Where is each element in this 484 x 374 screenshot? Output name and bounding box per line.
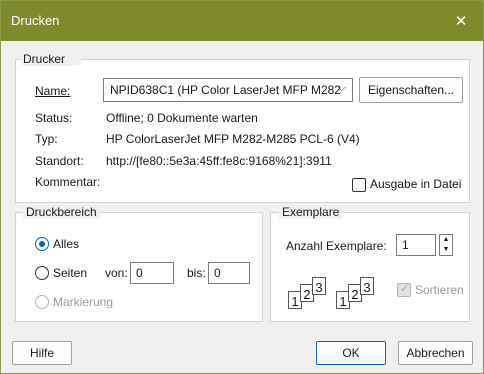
title-bar: Drucken ✕ <box>1 1 483 41</box>
type-value: HP ColorLaserJet MFP M282-M285 PCL-6 (V4… <box>106 132 360 146</box>
help-button-label: Hilfe <box>29 346 54 360</box>
location-value: http://[fe80::5e3a:45ff:fe8c:9168%21]:39… <box>106 154 332 168</box>
cancel-button[interactable]: Abbrechen <box>398 341 473 365</box>
from-input[interactable]: 0 <box>130 262 174 284</box>
copies-count-label: Anzahl Exemplare: <box>286 239 387 253</box>
chevron-down-icon: ⌵ <box>337 82 346 94</box>
to-input[interactable]: 0 <box>208 262 250 284</box>
range-group-heading: Druckbereich <box>23 205 100 219</box>
to-label: bis: <box>187 266 206 280</box>
print-to-file-label[interactable]: Ausgabe in Datei <box>370 177 461 191</box>
collate-pages-icon: 1 2 3 1 2 3 <box>286 277 386 313</box>
print-dialog: Drucken ✕ Drucker Drucker Name: NPID638C… <box>0 0 484 374</box>
ok-button-label: OK <box>342 346 360 360</box>
status-value: Offline; 0 Dokumente warten <box>106 111 258 125</box>
from-input-value: 0 <box>136 266 143 280</box>
location-label: Standort: <box>35 154 84 168</box>
printer-select-value: NPID638C1 (HP Color LaserJet MFP M282 <box>110 83 341 97</box>
copies-group-heading: Exemplare <box>279 205 343 219</box>
status-label: Status: <box>35 111 73 125</box>
pages-radio[interactable] <box>35 266 49 280</box>
printer-select[interactable]: NPID638C1 (HP Color LaserJet MFP M282 ⌵ <box>103 78 353 102</box>
cancel-button-label: Abbrechen <box>406 346 465 360</box>
printer-group-heading: Drucker <box>23 52 66 66</box>
selection-radio[interactable] <box>35 295 49 309</box>
name-label: Name: <box>35 84 71 98</box>
type-label: Typ: <box>35 132 58 146</box>
ok-button[interactable]: OK <box>316 341 386 365</box>
spin-down-icon[interactable]: ▼ <box>440 245 452 255</box>
close-icon[interactable]: ✕ <box>439 1 483 41</box>
window-title: Drucken <box>11 13 60 28</box>
copies-spinner[interactable]: ▲ ▼ <box>439 234 453 256</box>
copies-count-input[interactable]: 1 <box>396 234 436 256</box>
help-button[interactable]: Hilfe <box>12 341 72 365</box>
all-radio[interactable] <box>35 237 49 251</box>
collate-checkbox[interactable] <box>397 282 411 297</box>
spin-up-icon[interactable]: ▲ <box>440 235 452 245</box>
selection-label: Markierung <box>53 295 114 309</box>
print-to-file-checkbox[interactable] <box>352 178 366 192</box>
all-label[interactable]: Alles <box>53 237 79 251</box>
copies-count-value: 1 <box>402 238 409 252</box>
properties-button-label: Eigenschaften... <box>367 83 455 97</box>
pages-label[interactable]: Seiten <box>53 266 87 280</box>
collate-page-3b: 3 <box>360 277 374 295</box>
to-input-value: 0 <box>214 266 221 280</box>
collate-page-3a: 3 <box>312 277 326 295</box>
properties-button[interactable]: Eigenschaften... <box>359 77 463 103</box>
from-label: von: <box>105 266 128 280</box>
collate-label: Sortieren <box>415 283 464 297</box>
comment-label: Kommentar: <box>35 175 101 189</box>
